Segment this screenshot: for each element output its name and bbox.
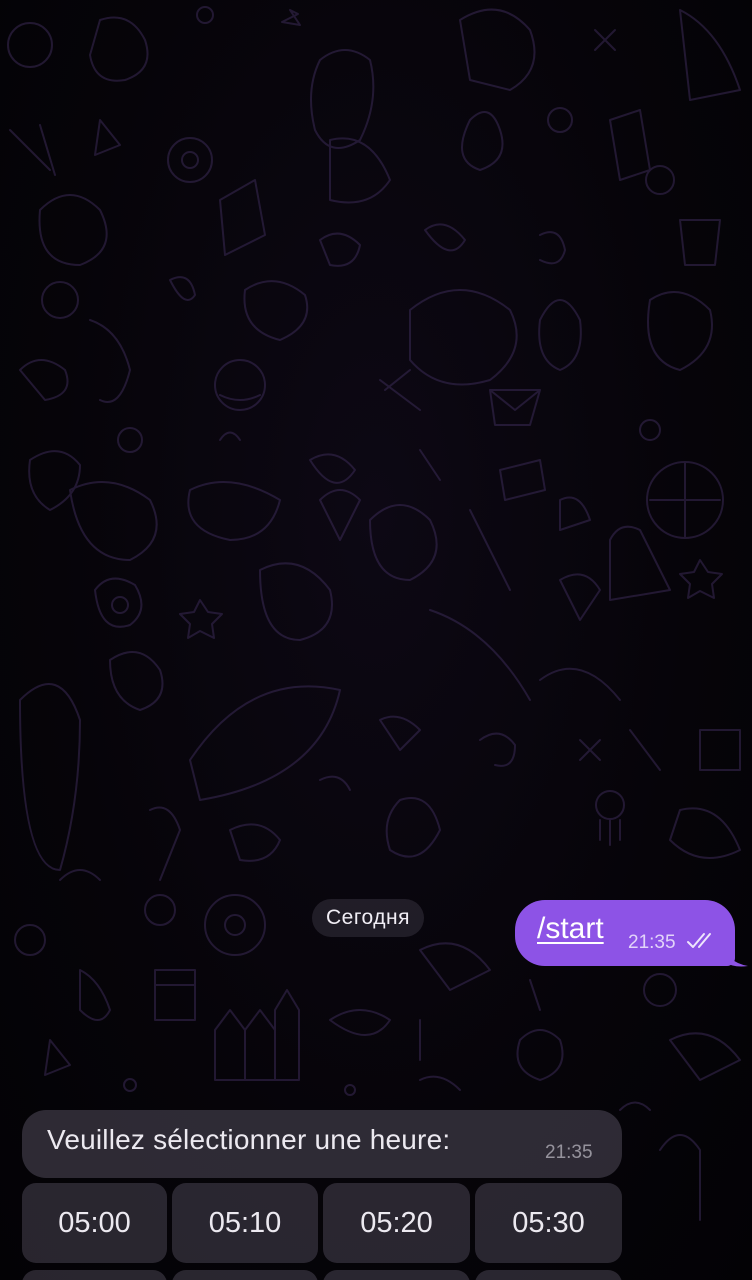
inline-button-row2-partial[interactable] xyxy=(323,1270,470,1280)
outgoing-message-text[interactable]: /start xyxy=(537,912,604,946)
incoming-message-time: 21:35 xyxy=(545,1142,593,1163)
bubble-tail xyxy=(724,944,748,967)
chat-screen: Сегодня /start 21:35 Veuillez sélectionn… xyxy=(0,0,752,1280)
double-check-icon xyxy=(687,933,711,948)
inline-button-time-1[interactable]: 05:00 xyxy=(22,1183,167,1263)
doodle-wallpaper xyxy=(7,6,741,1221)
inline-button-time-4[interactable]: 05:30 xyxy=(475,1183,622,1263)
inline-button-row2-partial[interactable] xyxy=(475,1270,622,1280)
inline-button-time-3[interactable]: 05:20 xyxy=(323,1183,470,1263)
inline-button-time-2[interactable]: 05:10 xyxy=(172,1183,318,1263)
outgoing-message-time: 21:35 xyxy=(628,932,676,953)
inline-button-row2-partial[interactable] xyxy=(172,1270,318,1280)
inline-button-row2-partial[interactable] xyxy=(22,1270,167,1280)
date-separator: Сегодня xyxy=(312,899,424,937)
incoming-message-text: Veuillez sélectionner une heure: xyxy=(47,1124,451,1155)
